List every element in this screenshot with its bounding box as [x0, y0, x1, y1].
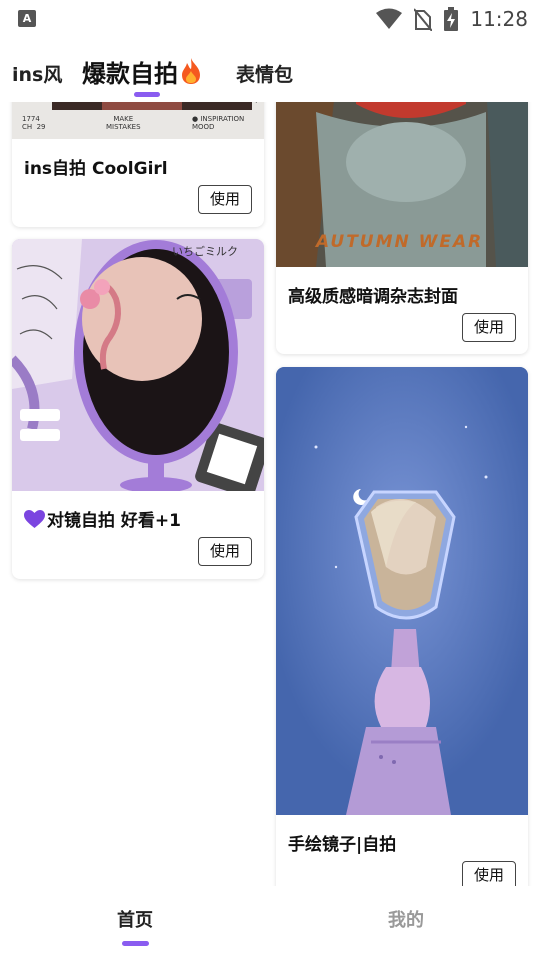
tab-hot-selfie[interactable]: 爆款自拍	[82, 54, 202, 89]
tab-ins-style[interactable]: ins风	[12, 60, 62, 87]
thumbnail-caption-mid: MAKE MISTAKES	[106, 115, 141, 131]
template-card[interactable]: 手绘镜子|自拍 使用	[276, 367, 528, 886]
template-title: 对镜自拍 好看+1	[24, 506, 181, 531]
use-button[interactable]: 使用	[198, 185, 252, 214]
tab-hot-selfie-label: 爆款自拍	[82, 60, 178, 88]
template-thumbnail: いちごミルク	[12, 239, 264, 491]
no-sim-icon	[414, 8, 433, 31]
template-title: ins自拍 CoolGirl	[24, 159, 168, 179]
active-nav-indicator	[122, 941, 149, 946]
nav-mine[interactable]: 我的	[388, 906, 424, 932]
active-tab-indicator	[134, 92, 160, 97]
thumbnail-text: AUTUMN WEAR	[316, 232, 484, 252]
template-thumbnail: AUTUMN WEAR	[276, 102, 528, 267]
fire-icon	[182, 58, 200, 84]
template-card[interactable]: AUTUMN WEAR 高级质感暗调杂志封面 使用	[276, 102, 528, 354]
status-icons: 11:28	[376, 6, 528, 32]
tab-emoji-pack[interactable]: 表情包	[236, 60, 293, 87]
template-card[interactable]: 1774 CH 29 MAKE MISTAKES ● INSPIRATION M…	[12, 102, 264, 227]
template-thumbnail	[276, 367, 528, 815]
use-button[interactable]: 使用	[462, 313, 516, 342]
thumbnail-caption-left: 1774 CH 29	[22, 115, 46, 131]
thumbnail-text: いちごミルク	[172, 245, 238, 258]
nav-home[interactable]: 首页	[117, 906, 153, 932]
template-grid[interactable]: 1774 CH 29 MAKE MISTAKES ● INSPIRATION M…	[0, 102, 540, 886]
template-card[interactable]: いちごミルク 对镜自拍 好看+1 使用	[12, 239, 264, 579]
wifi-icon	[376, 8, 403, 29]
app-notification-icon: A	[18, 10, 36, 27]
bottom-navigation: 首页 我的	[0, 886, 540, 960]
status-bar: A 11:28	[0, 0, 540, 36]
category-tabs: ins风 爆款自拍 表情包	[0, 48, 540, 102]
battery-charging-icon	[444, 7, 459, 31]
thumbnail-caption-right: ● INSPIRATION MOOD	[192, 115, 245, 131]
template-title-text: 对镜自拍 好看+1	[47, 511, 181, 531]
use-button[interactable]: 使用	[198, 537, 252, 566]
template-title: 手绘镜子|自拍	[288, 835, 397, 855]
template-title: 高级质感暗调杂志封面	[288, 287, 458, 307]
use-button[interactable]: 使用	[462, 861, 516, 886]
clock: 11:28	[470, 7, 528, 31]
purple-heart-icon	[24, 510, 45, 528]
template-thumbnail: 1774 CH 29 MAKE MISTAKES ● INSPIRATION M…	[12, 102, 264, 139]
